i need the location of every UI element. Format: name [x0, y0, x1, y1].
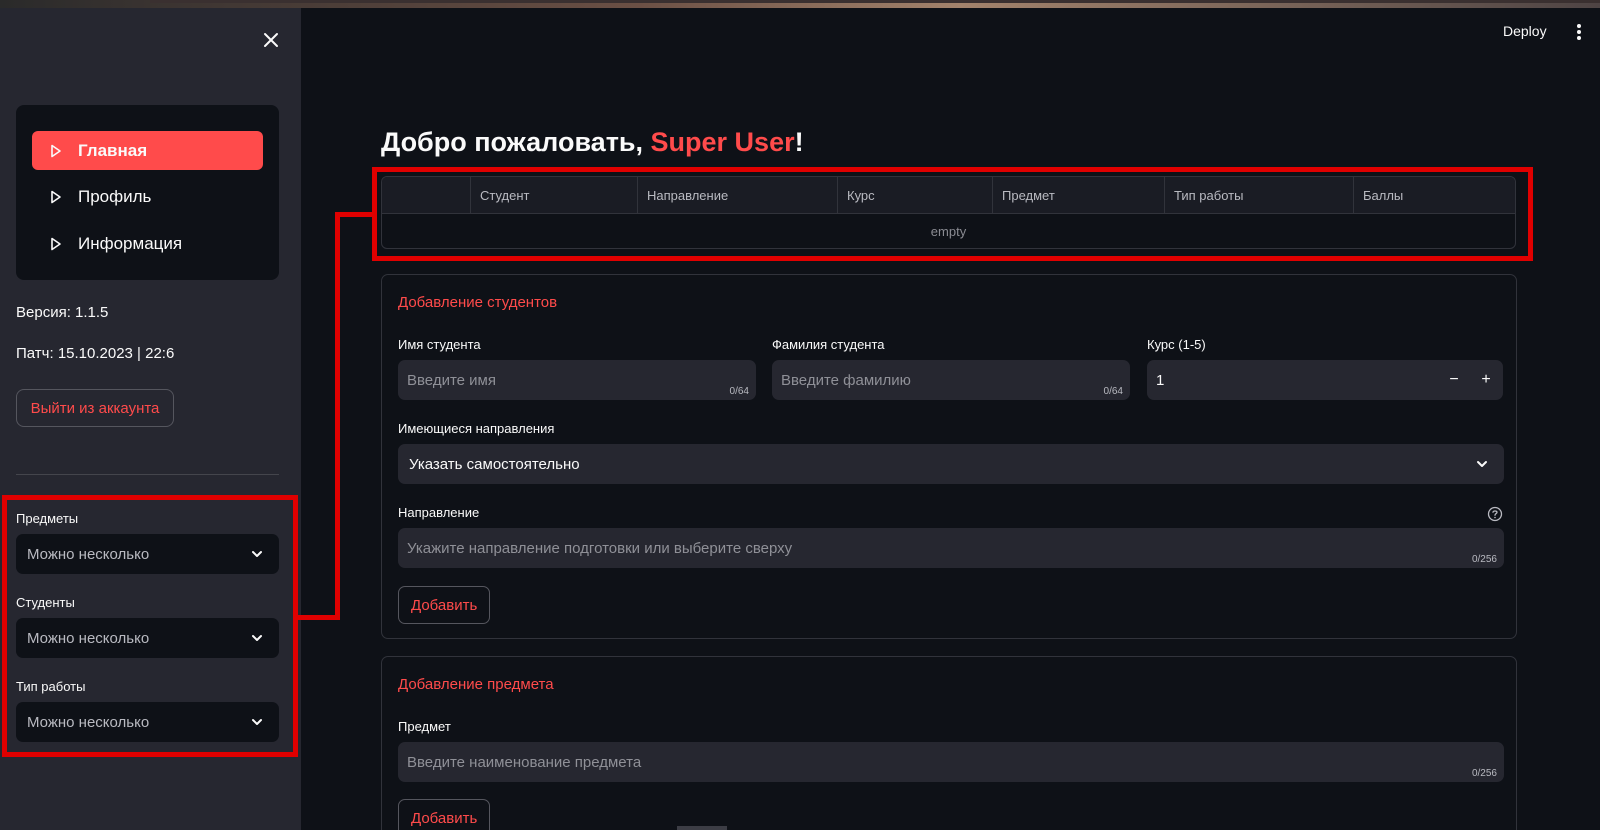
first-name-placeholder: Введите имя	[407, 371, 496, 389]
add-subject-button[interactable]: Добавить	[398, 799, 491, 830]
subject-counter: 0/256	[1471, 768, 1497, 779]
course-number-input[interactable]: 1 − +	[1147, 360, 1503, 400]
patch-text: Патч: 15.10.2023 | 22:6	[16, 345, 175, 362]
last-name-placeholder: Введите фамилию	[781, 371, 911, 389]
page-title: Добро пожаловать, Super User!	[381, 127, 804, 158]
last-name-counter: 0/64	[1103, 386, 1123, 397]
deploy-button[interactable]: Deploy	[1503, 23, 1547, 39]
direction-placeholder: Укажите направление подготовки или выбер…	[407, 539, 793, 557]
add-student-form: Добавление студентов Имя студента Введит…	[381, 274, 1517, 639]
close-sidebar-button[interactable]	[259, 28, 283, 52]
main-menu-button[interactable]	[1572, 22, 1586, 42]
add-student-button[interactable]: Добавить	[398, 586, 491, 624]
browser-top-strip-inner	[150, 0, 1600, 3]
direction-input[interactable]: Укажите направление подготовки или выбер…	[398, 528, 1504, 568]
annotation-box-table	[372, 167, 1533, 261]
first-name-input[interactable]: Введите имя 0/64	[398, 360, 756, 400]
nav-item-label: Главная	[78, 140, 148, 160]
direction-counter: 0/256	[1471, 554, 1497, 565]
scroll-indicator[interactable]	[677, 826, 727, 830]
add-subject-title: Добавление предмета	[398, 676, 554, 693]
chevron-down-icon	[1477, 461, 1487, 467]
annotation-box-filters	[2, 495, 298, 757]
annotation-connector	[296, 615, 340, 620]
sidebar-divider	[16, 474, 279, 475]
logout-button[interactable]: Выйти из аккаунта	[16, 389, 174, 427]
add-subject-form: Добавление предмета Предмет Введите наим…	[381, 656, 1517, 830]
play-icon	[50, 189, 66, 205]
first-name-counter: 0/64	[729, 386, 749, 397]
course-value: 1	[1156, 371, 1165, 389]
close-icon	[264, 33, 278, 47]
version-text: Версия: 1.1.5	[16, 304, 109, 321]
title-username: Super User	[650, 127, 795, 157]
play-icon	[50, 143, 66, 159]
nav-item-label: Профиль	[78, 186, 152, 206]
directions-selected: Указать самостоятельно	[409, 455, 580, 473]
course-decrement-button[interactable]: −	[1439, 360, 1469, 400]
annotation-connector	[335, 212, 375, 217]
subject-label: Предмет	[398, 719, 451, 734]
course-increment-button[interactable]: +	[1471, 360, 1501, 400]
nav-item-label: Информация	[78, 233, 183, 253]
title-prefix: Добро пожаловать,	[381, 127, 651, 157]
annotation-connector	[335, 212, 340, 620]
directions-select[interactable]: Указать самостоятельно	[398, 444, 1504, 484]
more-vertical-icon	[1577, 24, 1581, 40]
directions-label: Имеющиеся направления	[398, 421, 555, 436]
direction-label: Направление	[398, 505, 480, 520]
add-student-title: Добавление студентов	[398, 294, 558, 311]
first-name-label: Имя студента	[398, 337, 481, 352]
nav-item-main[interactable]: Главная	[32, 131, 263, 170]
nav-item-info[interactable]: Информация	[32, 224, 263, 263]
title-suffix: !	[794, 127, 804, 157]
subject-placeholder: Введите наименование предмета	[407, 753, 642, 771]
course-label: Курс (1-5)	[1147, 337, 1206, 352]
last-name-label: Фамилия студента	[772, 337, 885, 352]
sidebar-nav: Главная Профиль Информация	[16, 105, 279, 280]
play-icon	[50, 236, 66, 252]
subject-input[interactable]: Введите наименование предмета 0/256	[398, 742, 1504, 782]
nav-item-profile[interactable]: Профиль	[32, 177, 263, 216]
last-name-input[interactable]: Введите фамилию 0/64	[772, 360, 1130, 400]
help-icon[interactable]	[1487, 506, 1503, 522]
browser-top-strip	[0, 0, 1600, 8]
